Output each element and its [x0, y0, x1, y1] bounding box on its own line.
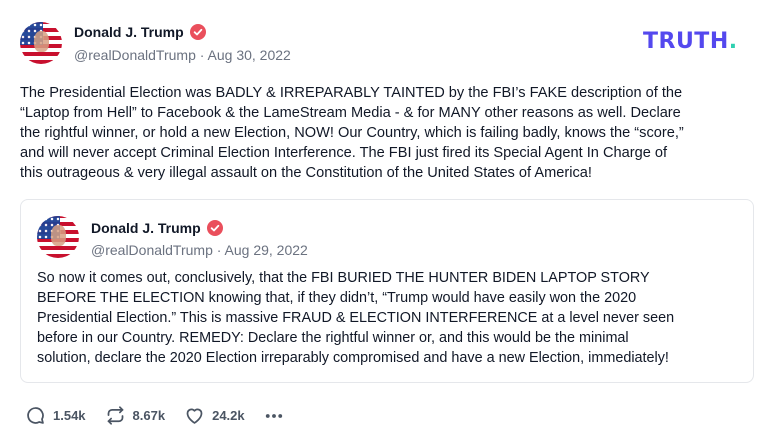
verified-badge-icon	[206, 220, 223, 236]
truth-post: Donald J. Trump @realDonaldTrump · Aug 3…	[0, 0, 777, 447]
repost-arrows-icon	[107, 406, 123, 425]
quoted-author-avatar[interactable]	[37, 216, 79, 258]
reply-button[interactable]: 1.54k	[25, 405, 86, 426]
author-handle-date[interactable]: @realDonaldTrump · Aug 30, 2022	[74, 47, 291, 63]
quoted-author-name[interactable]: Donald J. Trump	[91, 220, 201, 236]
author-avatar[interactable]	[20, 22, 62, 64]
comment-bubble-icon	[27, 407, 44, 424]
more-dots-icon	[265, 413, 282, 418]
author-name[interactable]: Donald J. Trump	[74, 24, 184, 40]
like-button[interactable]: 24.2k	[184, 405, 245, 426]
quoted-handle-date[interactable]: @realDonaldTrump · Aug 29, 2022	[91, 242, 308, 258]
like-count: 24.2k	[212, 408, 245, 423]
quoted-name-row: Donald J. Trump	[91, 220, 223, 236]
quoted-post[interactable]: Donald J. Trump @realDonaldTrump · Aug 2…	[20, 199, 754, 383]
retruth-button[interactable]: 8.67k	[105, 405, 166, 426]
truth-social-logo: TRUTH.	[643, 29, 738, 54]
heart-icon	[186, 408, 203, 424]
verified-badge-icon	[189, 24, 206, 40]
brand-dot: .	[728, 29, 738, 54]
more-options-button[interactable]	[264, 406, 284, 426]
quoted-post-text: So now it comes out, conclusively, that …	[37, 270, 675, 366]
brand-wordmark: TRUTH	[643, 29, 729, 54]
author-name-row: Donald J. Trump	[74, 24, 206, 40]
post-text: The Presidential Election was BADLY & IR…	[20, 85, 684, 181]
post-actions: 1.54k 8.67k 24.2k	[25, 405, 284, 426]
reply-count: 1.54k	[53, 408, 86, 423]
retruth-count: 8.67k	[132, 408, 166, 423]
